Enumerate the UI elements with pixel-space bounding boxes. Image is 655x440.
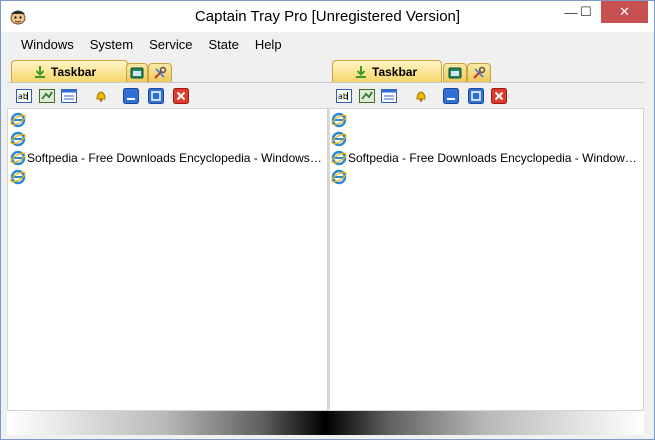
list-item-title: Softpedia - Free Downloads Encyclopedia … bbox=[27, 151, 323, 165]
label-ab-icon[interactable]: ab bbox=[336, 88, 352, 104]
tab-taskbar-label: Taskbar bbox=[51, 64, 97, 79]
tab-tray-right[interactable] bbox=[443, 63, 467, 82]
menu-help[interactable]: Help bbox=[247, 33, 290, 56]
list-item[interactable] bbox=[331, 111, 639, 129]
chart-up-icon[interactable] bbox=[39, 88, 55, 104]
right-toolbar: ab bbox=[328, 82, 644, 108]
close-button[interactable]: ✕ bbox=[601, 1, 648, 23]
maximize-window-icon[interactable] bbox=[468, 88, 484, 104]
menu-state[interactable]: State bbox=[200, 33, 246, 56]
pane-splitter[interactable] bbox=[328, 108, 330, 411]
label-ab-icon[interactable]: ab bbox=[16, 88, 32, 104]
tab-tray-left[interactable] bbox=[126, 63, 148, 82]
maximize-icon: ☐ bbox=[580, 4, 592, 19]
list-item[interactable]: Softpedia - Free Downloads Encyclopedia … bbox=[331, 149, 639, 167]
right-pane: Taskbar ab Softpedia - Free Downloads En… bbox=[328, 57, 644, 411]
internet-explorer-icon bbox=[10, 112, 26, 128]
internet-explorer-icon bbox=[10, 131, 26, 147]
maximize-window-icon[interactable] bbox=[148, 88, 164, 104]
tab-taskbar-label: Taskbar bbox=[372, 64, 418, 79]
internet-explorer-icon bbox=[10, 169, 26, 185]
menu-service[interactable]: Service bbox=[141, 33, 200, 56]
list-item[interactable]: Softpedia - Free Downloads Encyclopedia … bbox=[10, 149, 323, 167]
bell-icon[interactable] bbox=[93, 88, 109, 104]
chart-up-icon[interactable] bbox=[359, 88, 375, 104]
close-x-icon[interactable] bbox=[491, 88, 507, 104]
list-item[interactable] bbox=[331, 130, 639, 148]
download-arrow-icon bbox=[353, 65, 369, 79]
svg-text:ab: ab bbox=[18, 92, 28, 101]
list-item[interactable] bbox=[10, 111, 323, 129]
internet-explorer-icon bbox=[331, 112, 347, 128]
left-tabs: Taskbar bbox=[7, 60, 328, 82]
maximize-button[interactable]: ☐ bbox=[573, 1, 599, 23]
right-window-list[interactable]: Softpedia - Free Downloads Encyclopedia … bbox=[328, 108, 644, 411]
right-tabs: Taskbar bbox=[328, 60, 644, 82]
internet-explorer-icon bbox=[10, 150, 26, 166]
list-window-icon[interactable] bbox=[381, 88, 397, 104]
tab-taskbar-right[interactable]: Taskbar bbox=[332, 60, 442, 82]
internet-explorer-icon bbox=[331, 131, 347, 147]
tray-window-icon bbox=[129, 66, 145, 80]
title-bar[interactable]: Captain Tray Pro [Unregistered Version] … bbox=[1, 1, 654, 32]
svg-text:ab: ab bbox=[338, 92, 348, 101]
menu-system[interactable]: System bbox=[82, 33, 141, 56]
tab-tools-right[interactable] bbox=[467, 63, 491, 82]
list-item[interactable] bbox=[331, 168, 639, 186]
left-pane: Taskbar ab Softpedia - Free Downloads En… bbox=[7, 57, 328, 411]
bell-icon[interactable] bbox=[413, 88, 429, 104]
close-x-icon[interactable] bbox=[173, 88, 189, 104]
left-window-list[interactable]: Softpedia - Free Downloads Encyclopedia … bbox=[7, 108, 328, 411]
internet-explorer-icon bbox=[331, 169, 347, 185]
tools-wrench-icon bbox=[152, 66, 168, 80]
minimize-window-icon[interactable] bbox=[123, 88, 139, 104]
status-gradient-bar bbox=[7, 411, 644, 435]
tab-tools-left[interactable] bbox=[148, 63, 172, 82]
tools-wrench-icon bbox=[471, 66, 487, 80]
list-item-title: Softpedia - Free Downloads Encyclopedia … bbox=[348, 151, 639, 165]
download-arrow-icon bbox=[32, 65, 48, 79]
menu-bar: Windows System Service State Help bbox=[1, 33, 654, 56]
internet-explorer-icon bbox=[331, 150, 347, 166]
list-item[interactable] bbox=[10, 130, 323, 148]
tab-taskbar-left[interactable]: Taskbar bbox=[11, 60, 128, 82]
main-window: Captain Tray Pro [Unregistered Version] … bbox=[0, 0, 655, 440]
close-icon: ✕ bbox=[619, 4, 630, 19]
left-toolbar: ab bbox=[7, 82, 328, 108]
list-item[interactable] bbox=[10, 168, 323, 186]
list-window-icon[interactable] bbox=[61, 88, 77, 104]
minimize-window-icon[interactable] bbox=[443, 88, 459, 104]
menu-windows[interactable]: Windows bbox=[13, 33, 82, 56]
tray-window-icon bbox=[447, 66, 463, 80]
